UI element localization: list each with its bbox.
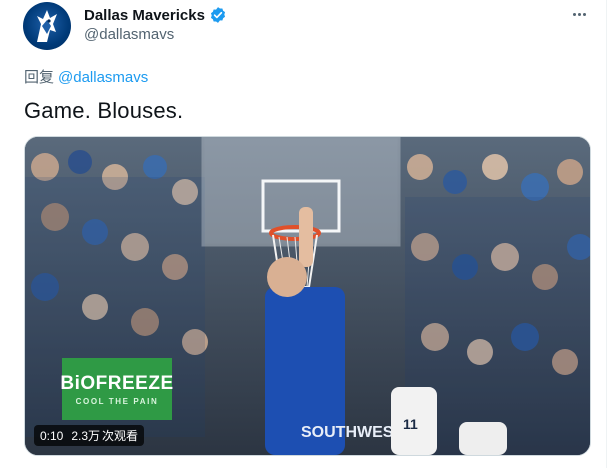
mavericks-horse-logo-icon <box>37 10 57 42</box>
reply-mention-link[interactable]: @dallasmavs <box>58 69 148 86</box>
view-count: 2.3万 次观看 <box>71 427 138 444</box>
video-time: 0:10 <box>40 428 64 443</box>
reply-context: 回复 @dallasmavs <box>24 66 148 87</box>
view-count-label: 次观看 <box>102 429 139 443</box>
sponsor-tagline: COOL THE PAIN <box>75 396 159 406</box>
reply-prefix: 回复 <box>24 69 55 86</box>
author-name-row[interactable]: Dallas Mavericks <box>84 6 227 24</box>
view-count-number: 2.3万 <box>71 429 101 443</box>
author-handle[interactable]: @dallasmavs <box>84 26 174 43</box>
verified-badge-icon <box>210 7 225 23</box>
jersey-text: SOUTHWEST <box>301 424 403 441</box>
sponsor-logo: BiOFREEZE COOL THE PAIN <box>60 358 174 420</box>
svg-text:11: 11 <box>403 416 418 432</box>
sponsor-brand: BiOFREEZE <box>60 372 174 394</box>
video-player[interactable]: SOUTHWEST 11 BiOFREEZE COOL THE PAIN 0:1… <box>24 136 591 456</box>
more-options-icon[interactable] <box>568 4 590 24</box>
avatar[interactable] <box>23 2 71 50</box>
tweet-card: Dallas Mavericks @dallasmavs 回复 @dallasma… <box>0 0 607 468</box>
author-display-name[interactable]: Dallas Mavericks <box>84 7 205 24</box>
video-info-overlay: 0:10 2.3万 次观看 <box>34 425 145 446</box>
tweet-text: Game. Blouses. <box>24 98 184 123</box>
